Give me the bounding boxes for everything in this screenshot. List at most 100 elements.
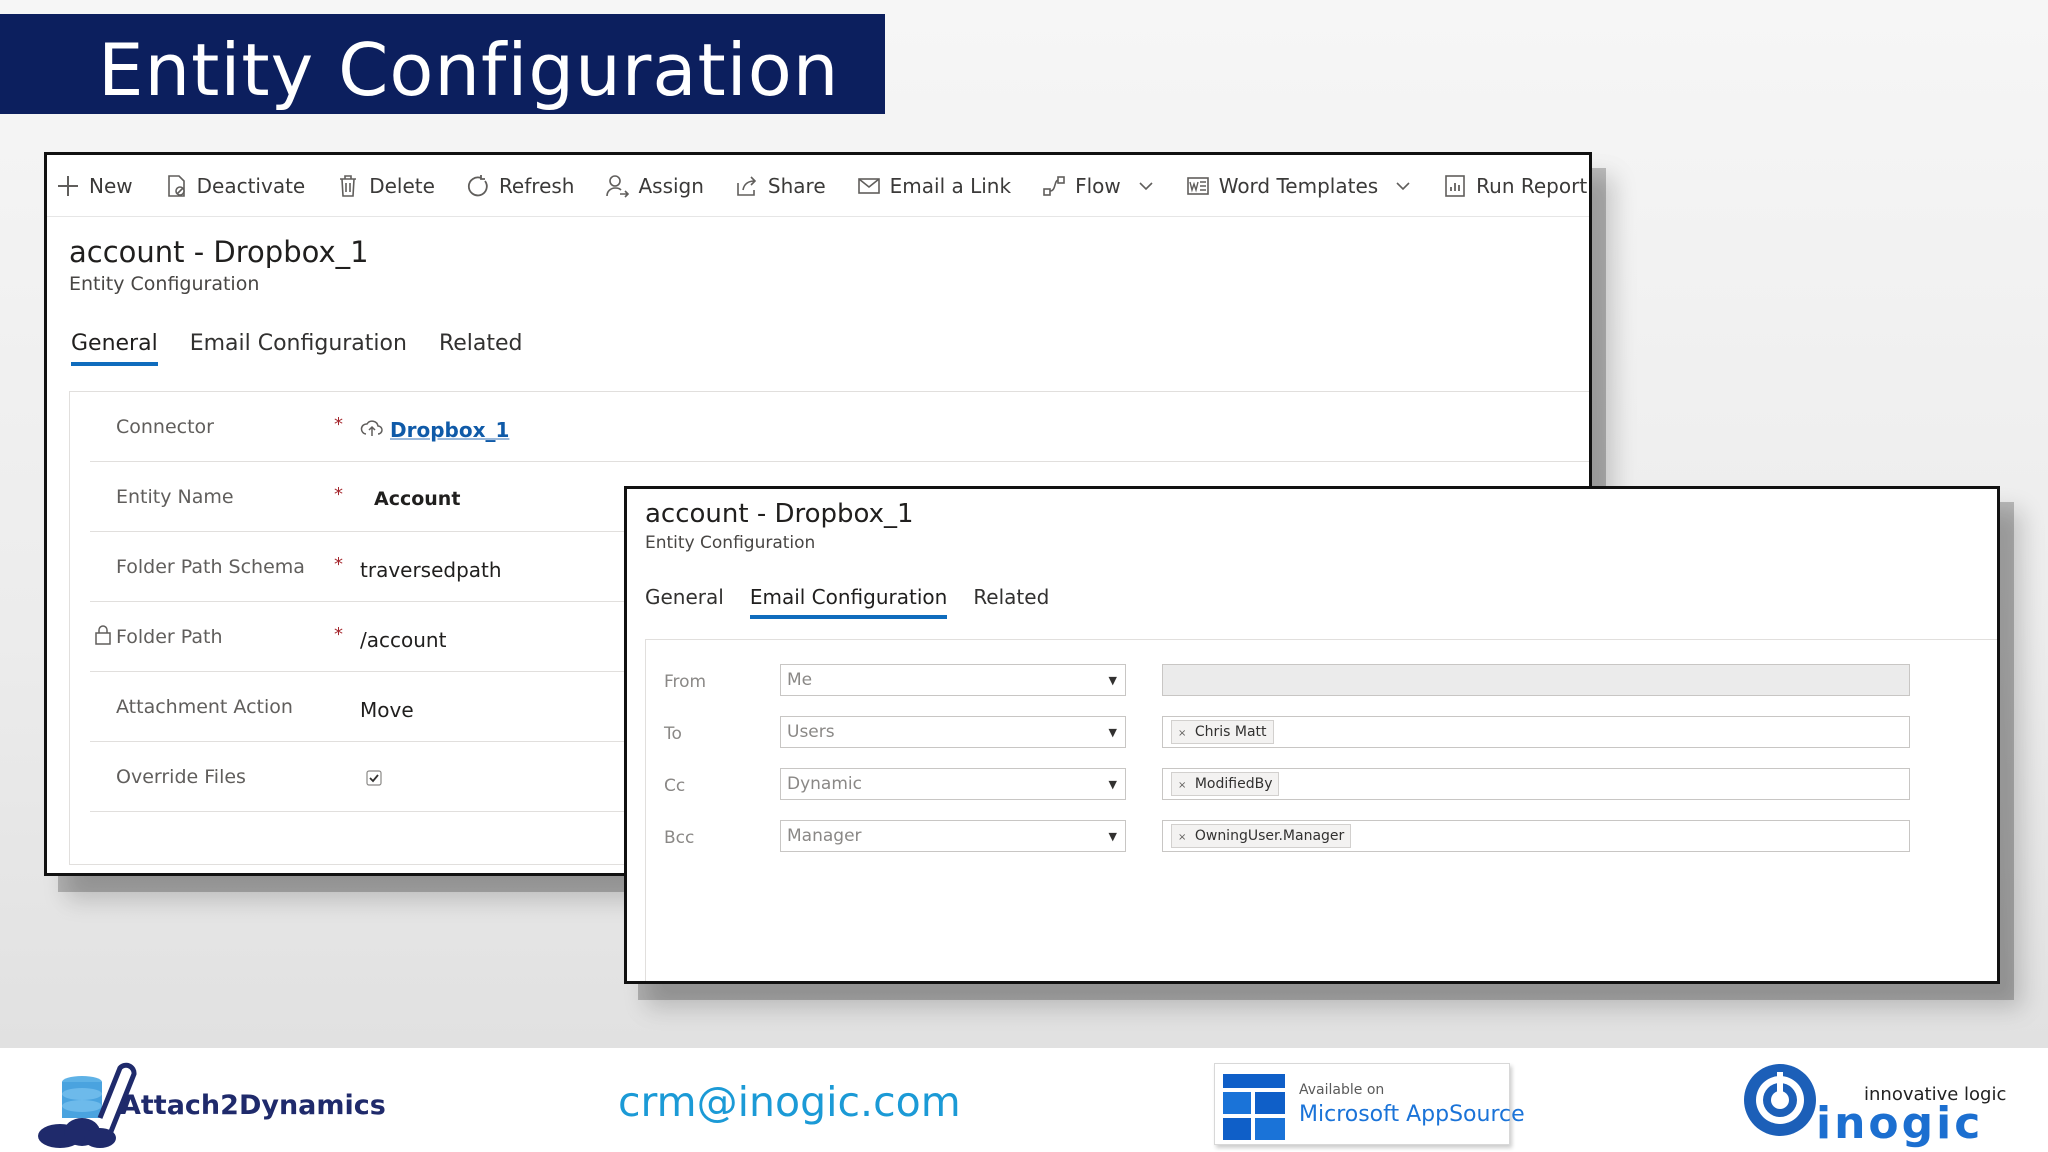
page-title: Entity Configuration (98, 28, 840, 112)
bcc-row: Bcc Manager ▼ × OwningUser.Manager (646, 820, 1997, 860)
entity-name-label: Entity Name (116, 486, 234, 508)
run-report-button[interactable]: Run Report (1442, 173, 1589, 199)
recipient-chip-label: ModifiedBy (1194, 776, 1273, 792)
tab-related[interactable]: Related (973, 585, 1049, 617)
from-row: From Me ▼ (646, 664, 1997, 704)
plus-icon (58, 175, 78, 196)
attachment-action-label: Attachment Action (116, 696, 293, 718)
entity-name-field[interactable]: Account (374, 488, 460, 510)
deactivate-label: Deactivate (196, 173, 306, 198)
to-label: To (664, 724, 682, 744)
delete-label: Delete (369, 173, 435, 198)
required-marker: * (334, 554, 343, 575)
attachment-action-field[interactable]: Move (360, 698, 414, 722)
deactivate-button[interactable]: Deactivate (163, 173, 306, 199)
lock-icon (95, 625, 111, 645)
run-report-label: Run Report (1476, 173, 1588, 198)
dropdown-arrow-icon: ▼ (1108, 726, 1117, 739)
record-title: account - Dropbox_1 (645, 499, 914, 529)
report-icon (1445, 174, 1465, 197)
share-button[interactable]: Share (734, 173, 826, 199)
to-recipient-field[interactable]: × Chris Matt (1162, 716, 1910, 748)
delete-button[interactable]: Delete (335, 173, 435, 199)
dropdown-arrow-icon: ▼ (1108, 674, 1117, 687)
refresh-label: Refresh (498, 173, 575, 198)
folder-path-label: Folder Path (116, 626, 223, 648)
appsource-name-label: Microsoft AppSource (1299, 1102, 1525, 1127)
appsource-badge[interactable]: Available on Microsoft AppSource (1214, 1063, 1525, 1145)
chevron-down-icon (1139, 181, 1153, 190)
inogic-logo-icon (1744, 1064, 1816, 1136)
to-type-value: Users (787, 722, 835, 742)
bcc-recipient-field[interactable]: × OwningUser.Manager (1162, 820, 1910, 852)
command-bar: New Deactivate Delete Refresh Assign Sha… (47, 155, 1589, 217)
from-recipient-field (1162, 664, 1910, 696)
recipient-chip: × OwningUser.Manager (1171, 824, 1352, 848)
cc-row: Cc Dynamic ▼ × ModifiedBy (646, 768, 1997, 808)
microsoft-appsource-logo-icon (1223, 1074, 1285, 1140)
share-icon (737, 175, 757, 196)
connector-label: Connector (116, 416, 214, 438)
word-templates-button[interactable]: Word Templates (1185, 173, 1412, 199)
refresh-button[interactable]: Refresh (465, 173, 575, 199)
to-type-select[interactable]: Users ▼ (780, 716, 1126, 748)
trash-icon (340, 174, 357, 197)
email-configuration-form: From Me ▼ To Users ▼ × Chris Matt Cc Dyn… (645, 639, 1997, 981)
footer: Attach2Dynamics crm@inogic.com Available… (0, 1048, 2048, 1152)
tab-related[interactable]: Related (439, 331, 523, 364)
word-icon (1186, 176, 1209, 195)
from-label: From (664, 672, 707, 692)
override-files-checkbox[interactable] (366, 770, 382, 786)
word-templates-label: Word Templates (1218, 173, 1379, 198)
record-tabs: General Email Configuration Related (71, 331, 555, 366)
remove-chip-icon[interactable]: × (1178, 728, 1186, 739)
cc-type-select[interactable]: Dynamic ▼ (780, 768, 1126, 800)
required-marker: * (334, 414, 343, 435)
record-tabs: General Email Configuration Related (645, 585, 1081, 619)
folder-path-schema-field[interactable]: traversedpath (360, 558, 502, 582)
assign-button[interactable]: Assign (604, 173, 704, 199)
recipient-chip-label: Chris Matt (1194, 724, 1267, 740)
folder-path-field: /account (360, 628, 447, 652)
folder-path-schema-label: Folder Path Schema (116, 556, 305, 578)
cc-label: Cc (664, 776, 686, 796)
cc-type-value: Dynamic (787, 774, 862, 794)
record-title: account - Dropbox_1 (69, 235, 369, 269)
share-label: Share (767, 173, 826, 198)
contact-email-link[interactable]: crm@inogic.com (618, 1078, 961, 1126)
tab-email-configuration[interactable]: Email Configuration (190, 331, 407, 364)
company-name: inogic (1816, 1098, 1984, 1149)
from-type-select[interactable]: Me ▼ (780, 664, 1126, 696)
refresh-icon (467, 174, 488, 196)
bcc-label: Bcc (664, 828, 695, 848)
tab-email-configuration[interactable]: Email Configuration (749, 585, 948, 619)
email-a-link-button[interactable]: Email a Link (856, 173, 1011, 199)
flow-label: Flow (1075, 173, 1121, 198)
override-files-label: Override Files (116, 766, 246, 788)
connector-lookup-link[interactable]: Dropbox_1 (390, 418, 509, 442)
recipient-chip: × ModifiedBy (1171, 772, 1280, 796)
cc-recipient-field[interactable]: × ModifiedBy (1162, 768, 1910, 800)
assign-icon (606, 174, 630, 198)
required-marker: * (334, 484, 343, 505)
new-label: New (89, 173, 133, 198)
deactivate-icon (167, 174, 185, 197)
flow-button[interactable]: Flow (1041, 173, 1155, 199)
entity-config-email-window: account - Dropbox_1 Entity Configuration… (624, 486, 2000, 984)
dropdown-arrow-icon: ▼ (1108, 778, 1117, 791)
record-subtitle: Entity Configuration (69, 273, 260, 295)
recipient-chip-label: OwningUser.Manager (1194, 828, 1345, 844)
from-type-value: Me (787, 670, 813, 690)
remove-chip-icon[interactable]: × (1178, 780, 1186, 791)
new-button[interactable]: New (55, 173, 133, 199)
connector-row: Connector * Dropbox_1 (90, 392, 1589, 462)
dropdown-arrow-icon: ▼ (1108, 830, 1117, 843)
assign-label: Assign (638, 173, 704, 198)
appsource-available-label: Available on (1299, 1082, 1385, 1098)
bcc-type-select[interactable]: Manager ▼ (780, 820, 1126, 852)
tab-general[interactable]: General (71, 331, 158, 366)
tab-general[interactable]: General (645, 585, 724, 617)
required-marker: * (334, 624, 343, 645)
product-name: Attach2Dynamics (120, 1090, 386, 1121)
remove-chip-icon[interactable]: × (1178, 832, 1186, 843)
